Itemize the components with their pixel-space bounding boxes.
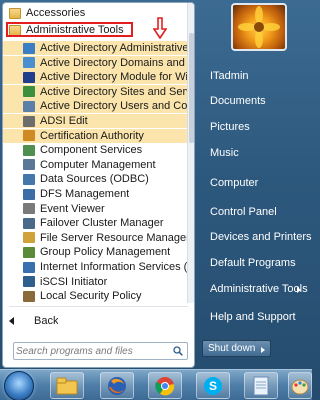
program-item-label: Failover Cluster Manager — [40, 217, 164, 230]
program-item[interactable]: Active Directory Module for Window — [3, 70, 189, 85]
taskbar: S — [0, 369, 312, 400]
annotation-arrow-icon — [153, 17, 167, 39]
user-avatar[interactable] — [231, 3, 287, 51]
program-item-label: Data Sources (ODBC) — [40, 173, 149, 186]
firefox-icon[interactable] — [100, 372, 134, 399]
admin-tools-link[interactable]: Administrative Tools — [210, 283, 308, 295]
file-explorer-icon[interactable] — [50, 372, 84, 399]
program-item-label: Event Viewer — [40, 202, 105, 215]
users-computers-icon — [23, 100, 35, 112]
shutdown-options-button[interactable] — [256, 340, 271, 357]
default-programs-link[interactable]: Default Programs — [210, 257, 296, 269]
search-icon[interactable] — [173, 346, 183, 356]
program-item-label: Local Security Policy — [40, 290, 142, 303]
iis-icon — [23, 261, 35, 273]
devices-printers-link[interactable]: Devices and Printers — [210, 231, 312, 243]
program-item-label: Component Services — [40, 144, 143, 157]
program-list: Accessories Administrative Tools Active … — [3, 3, 194, 303]
program-item[interactable]: Active Directory Sites and Services — [3, 84, 189, 99]
event-viewer-icon — [23, 203, 35, 215]
iscsi-icon — [23, 276, 35, 288]
odbc-icon — [23, 173, 35, 185]
svg-text:S: S — [209, 379, 217, 393]
program-item[interactable]: ADSI Edit — [3, 114, 189, 128]
dfs-icon — [23, 188, 35, 200]
help-support-link[interactable]: Help and Support — [210, 311, 296, 323]
folder-icon — [9, 7, 21, 19]
program-item[interactable]: Active Directory Users and Compute — [3, 99, 189, 114]
program-item-label: Group Policy Management — [40, 246, 171, 259]
back-arrow-icon — [9, 317, 14, 325]
program-item-label: DFS Management — [40, 188, 130, 200]
program-item[interactable]: Certification Authority — [3, 128, 189, 143]
control-panel-link[interactable]: Control Panel — [210, 206, 277, 218]
program-item[interactable]: Internet Information Services (IIS) 6.0 — [3, 260, 189, 274]
program-item-label: Certification Authority — [40, 129, 144, 142]
scrollbar-thumb[interactable] — [189, 33, 194, 143]
search-input[interactable] — [16, 344, 166, 358]
back-button[interactable]: Back — [9, 314, 58, 328]
program-item[interactable]: Data Sources (ODBC) — [3, 172, 189, 186]
program-item[interactable]: Computer Management — [3, 158, 189, 172]
program-item[interactable]: Group Policy Management — [3, 245, 189, 259]
start-button[interactable] — [4, 371, 34, 400]
computer-link[interactable]: Computer — [210, 177, 258, 189]
program-item-label: File Server Resource Manager — [40, 231, 189, 244]
flower-picture-icon — [238, 6, 280, 48]
group-policy-icon — [23, 246, 35, 258]
program-item-label: Active Directory Users and Compute — [40, 100, 189, 113]
annotation-highlight-box — [6, 22, 133, 37]
music-link[interactable]: Music — [210, 147, 239, 159]
program-item[interactable]: Component Services — [3, 143, 189, 157]
ad-admin-center-icon — [23, 42, 35, 54]
program-item-label: Active Directory Domains and Trusts — [40, 56, 189, 69]
adsi-edit-icon — [23, 115, 35, 127]
powershell-module-icon — [23, 71, 35, 83]
user-name-link[interactable]: ITadmin — [210, 70, 249, 82]
program-item[interactable]: iSCSI Initiator — [3, 275, 189, 289]
computer-management-icon — [23, 159, 35, 171]
back-label: Back — [34, 315, 59, 327]
failover-cluster-icon — [23, 217, 35, 229]
program-item[interactable]: DFS Management — [3, 187, 189, 201]
folder-label: Accessories — [26, 7, 86, 19]
paint-icon[interactable] — [288, 372, 312, 399]
domains-trusts-icon — [23, 57, 35, 69]
program-item-label: Active Directory Sites and Services — [40, 85, 189, 98]
program-item[interactable]: Local Security Policy — [3, 289, 189, 303]
sites-services-icon — [23, 86, 35, 98]
chrome-icon[interactable] — [148, 372, 182, 399]
program-item[interactable]: Failover Cluster Manager — [3, 216, 189, 230]
programs-panel: Accessories Administrative Tools Active … — [2, 2, 195, 368]
file-server-icon — [23, 232, 35, 244]
skype-icon[interactable]: S — [196, 372, 230, 399]
program-item-label: Internet Information Services (IIS) 6.0 — [40, 261, 189, 273]
shutdown-button[interactable]: Shut down — [202, 340, 257, 357]
program-item[interactable]: Active Directory Domains and Trusts — [3, 55, 189, 70]
program-item-label: iSCSI Initiator — [40, 275, 108, 288]
program-item-label: Active Directory Module for Window — [40, 71, 189, 84]
program-item-label: Computer Management — [40, 158, 156, 171]
program-list-scrollbar[interactable] — [187, 3, 194, 303]
program-item[interactable]: Event Viewer — [3, 202, 189, 216]
search-box[interactable] — [13, 342, 188, 360]
submenu-arrow-icon — [297, 287, 301, 293]
pictures-link[interactable]: Pictures — [210, 121, 250, 133]
component-services-icon — [23, 144, 35, 156]
divider — [9, 306, 188, 307]
program-item[interactable]: File Server Resource Manager — [3, 231, 189, 245]
certificate-icon — [23, 130, 35, 142]
notepad-icon[interactable] — [244, 372, 278, 399]
program-item-label: ADSI Edit — [40, 115, 88, 127]
security-policy-icon — [23, 290, 35, 302]
program-item[interactable]: Active Directory Administrative Cent — [3, 41, 189, 55]
program-item-label: Active Directory Administrative Cent — [40, 42, 189, 54]
documents-link[interactable]: Documents — [210, 95, 266, 107]
